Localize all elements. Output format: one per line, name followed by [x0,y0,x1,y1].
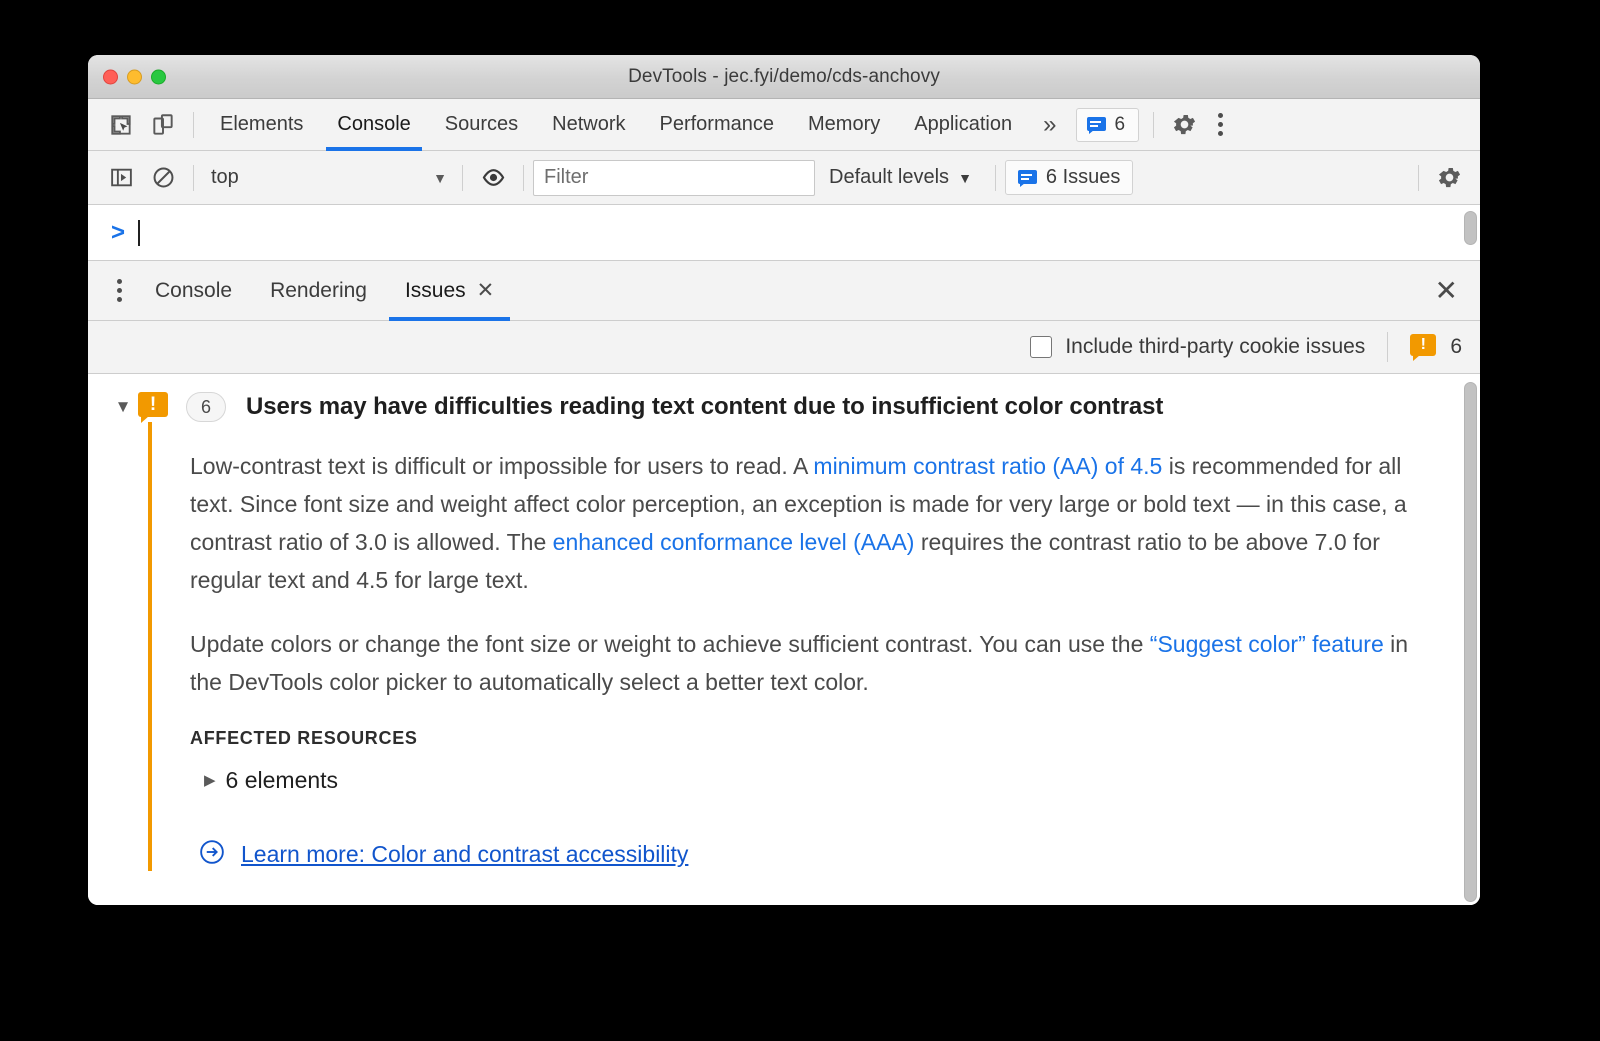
drawer-close-icon[interactable]: ✕ [1413,276,1480,305]
tab-console-label: Console [337,113,411,135]
tab-memory[interactable]: Memory [791,99,897,151]
affected-resource-row[interactable]: ▶ 6 elements [190,767,1438,794]
console-context-selector[interactable]: top ▼ [203,166,453,189]
issues-badge-button[interactable]: 6 [1076,107,1140,142]
device-toolbar-icon[interactable] [142,104,184,146]
more-tabs-chevron-icon[interactable]: » [1029,112,1070,137]
include-third-party-cookie-issues-checkbox[interactable]: Include third-party cookie issues [1030,335,1365,359]
issue-expand-twisty-icon[interactable]: ▼ [108,397,138,417]
toolbar-divider-2 [1153,111,1155,138]
console-issues-button-label: 6 Issues [1045,166,1121,188]
issues-toolbar-divider [1387,332,1389,362]
devtools-window: DevTools - jec.fyi/demo/cds-anchovy Elem… [88,55,1480,905]
drawer-tab-issues-label: Issues [404,278,466,302]
issues-toolbar: Include third-party cookie issues ! 6 [88,321,1480,374]
kebab-menu-icon[interactable] [102,270,136,312]
console-context-value: top [211,166,239,188]
console-issues-button[interactable]: 6 Issues [1004,160,1134,195]
issues-warning-count: 6 [1450,335,1462,358]
tab-application-label: Application [914,113,1013,135]
tab-application[interactable]: Application [897,99,1029,151]
filter-divider-4 [994,164,996,191]
include-third-party-cookie-issues-label: Include third-party cookie issues [1065,335,1366,358]
console-prompt-area[interactable]: > [88,205,1480,261]
traffic-lights [103,69,166,84]
issues-panel-body: ▼ ! 6 Users may have difficulties readin… [88,374,1480,905]
minimum-contrast-ratio-link[interactable]: minimum contrast ratio (AA) of 4.5 [813,453,1162,479]
gear-icon[interactable] [1428,157,1470,199]
issues-scrollbar-thumb[interactable] [1464,382,1477,902]
toolbar-divider [193,111,194,138]
clear-console-icon[interactable] [142,157,184,199]
learn-more-link[interactable]: Learn more: Color and contrast accessibi… [241,841,688,868]
tab-performance[interactable]: Performance [643,99,792,151]
suggest-color-feature-link[interactable]: “Suggest color” feature [1150,631,1384,657]
chevron-down-icon: ▼ [433,169,447,186]
console-scrollbar-thumb[interactable] [1464,211,1477,245]
issues-scrollbar[interactable] [1464,382,1477,902]
minimize-window-button[interactable] [127,69,142,84]
filter-divider-5 [1418,164,1419,191]
prompt-text-caret [138,219,140,246]
gear-icon[interactable] [1163,104,1205,146]
prompt-chevron-icon: > [110,218,125,246]
tab-elements-label: Elements [220,113,304,135]
drawer-tab-console-label: Console [155,278,233,302]
tab-sources-label: Sources [444,113,519,135]
live-expression-icon[interactable] [472,157,514,199]
issue-title: Users may have difficulties reading text… [246,393,1164,420]
affected-resources-heading: AFFECTED RESOURCES [190,727,418,748]
paragraph1-part1: Low-contrast text is difficult or imposs… [190,453,814,479]
drawer-tabbar: Console Rendering Issues ✕ ✕ [88,261,1480,321]
tab-console[interactable]: Console [320,99,427,151]
checkbox-box[interactable] [1030,336,1053,358]
inspect-element-icon[interactable] [100,104,142,146]
tab-performance-label: Performance [659,113,775,135]
paragraph2-part1: Update colors or change the font size or… [190,630,1150,657]
learn-more-row[interactable]: Learn more: Color and contrast accessibi… [190,838,1438,871]
tab-sources[interactable]: Sources [428,99,535,151]
drawer-tab-issues[interactable]: Issues ✕ [386,261,513,321]
console-sidebar-icon[interactable] [100,157,142,199]
arrow-circle-right-icon [198,838,226,871]
issue-detail-body: Low-contrast text is difficult or imposs… [148,422,1438,871]
filter-divider-2 [462,164,463,191]
drawer-tab-rendering[interactable]: Rendering [251,261,386,321]
affected-resource-label: 6 elements [225,766,339,793]
drawer-tab-console[interactable]: Console [136,261,251,321]
drawer-tab-rendering-label: Rendering [270,278,367,302]
console-levels-selector[interactable]: Default levels ▼ [815,166,986,189]
window-titlebar: DevTools - jec.fyi/demo/cds-anchovy [88,55,1480,99]
window-title: DevTools - jec.fyi/demo/cds-anchovy [628,65,940,87]
zoom-window-button[interactable] [151,69,166,84]
console-filter-input[interactable] [533,159,815,196]
filter-divider-3 [523,164,524,191]
warning-bubble-icon: ! [1410,334,1437,361]
issue-paragraph-2: Update colors or change the font size or… [190,626,1438,702]
close-window-button[interactable] [103,69,118,84]
console-scrollbar[interactable] [1464,211,1477,255]
warning-bubble-icon: ! [138,392,168,423]
chevron-down-icon: ▼ [958,169,972,186]
tab-network[interactable]: Network [535,99,642,151]
devtools-main-tabbar: Elements Console Sources Network Perform… [88,99,1480,151]
drawer-tab-issues-close-icon[interactable]: ✕ [477,278,495,303]
enhanced-conformance-link[interactable]: enhanced conformance level (AAA) [553,529,915,555]
tab-memory-label: Memory [808,113,881,135]
console-filter-toolbar: top ▼ Default levels ▼ 6 Issues [88,151,1480,205]
issues-badge-count: 6 [1114,113,1126,135]
console-levels-label: Default levels [829,166,950,188]
affected-resource-twisty-icon[interactable]: ▶ [204,771,216,789]
issue-header-row[interactable]: ▼ ! 6 Users may have difficulties readin… [88,374,1480,423]
filter-divider-1 [193,164,194,191]
message-bubble-icon [1087,116,1107,134]
message-bubble-icon [1017,169,1037,187]
tab-elements[interactable]: Elements [203,99,320,151]
kebab-menu-icon[interactable] [1205,104,1235,146]
tab-network-label: Network [552,113,626,135]
issue-paragraph-1: Low-contrast text is difficult or imposs… [190,448,1438,600]
issue-count-badge: 6 [186,392,226,422]
